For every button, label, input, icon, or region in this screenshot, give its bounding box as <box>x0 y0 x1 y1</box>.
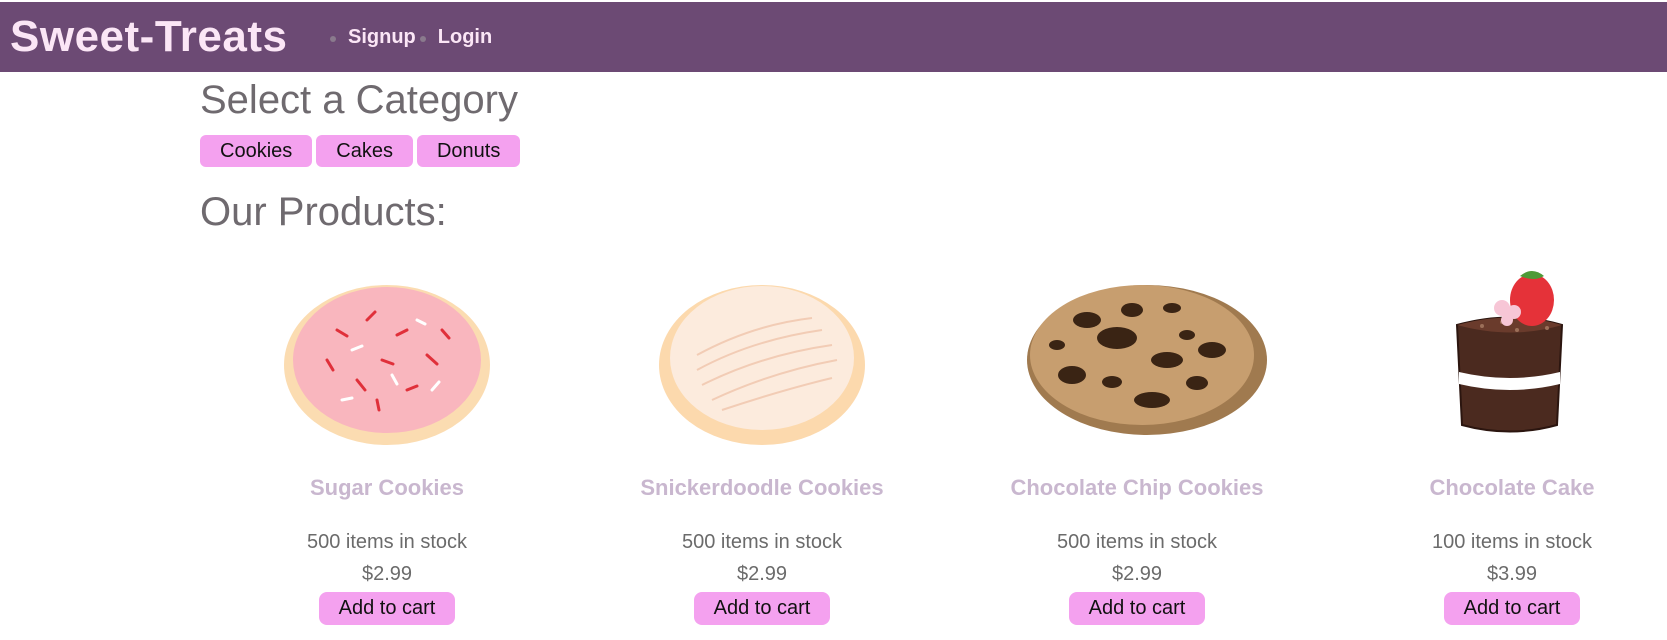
product-stock: 100 items in stock <box>1431 531 1593 553</box>
nav-signup-link[interactable]: Signup <box>330 26 416 49</box>
products-heading: Our Products: <box>200 190 447 234</box>
product-image <box>642 260 882 450</box>
product-card: Snickerdoodle Cookies 500 items in stock… <box>612 260 912 625</box>
product-price: $2.99 <box>1111 563 1163 585</box>
add-to-cart-button[interactable]: Add to cart <box>1068 592 1206 625</box>
product-card: Chocolate Cake 100 items in stock $3.99 … <box>1362 260 1662 625</box>
product-stock: 500 items in stock <box>681 531 843 553</box>
chocolate-cake-image <box>1455 271 1564 433</box>
product-stock: 500 items in stock <box>306 531 468 553</box>
top-navbar: Sweet-Treats Signup Login <box>0 2 1667 72</box>
product-stock: 500 items in stock <box>1056 531 1218 553</box>
snickerdoodle-cookie-image <box>659 285 865 445</box>
product-name[interactable]: Snickerdoodle Cookies <box>612 475 912 501</box>
product-name[interactable]: Chocolate Cake <box>1362 475 1662 501</box>
product-card: Chocolate Chip Cookies 500 items in stoc… <box>987 260 1287 625</box>
product-image <box>267 260 507 450</box>
brand-logo[interactable]: Sweet-Treats <box>10 12 287 62</box>
category-donuts-button[interactable]: Donuts <box>416 135 521 167</box>
category-cookies-button[interactable]: Cookies <box>200 135 313 167</box>
product-price: $2.99 <box>361 563 413 585</box>
add-to-cart-button[interactable]: Add to cart <box>1443 592 1581 625</box>
nav-login-link[interactable]: Login <box>419 26 492 49</box>
chocolate-chip-cookie-image <box>1027 285 1267 435</box>
nav-menu: Signup Login <box>330 26 492 49</box>
product-name[interactable]: Sugar Cookies <box>237 475 537 501</box>
product-price: $3.99 <box>1486 563 1538 585</box>
category-heading: Select a Category <box>200 78 518 122</box>
add-to-cart-button[interactable]: Add to cart <box>693 592 831 625</box>
category-cakes-button[interactable]: Cakes <box>316 135 413 167</box>
product-image <box>1392 260 1632 450</box>
product-name[interactable]: Chocolate Chip Cookies <box>987 475 1287 501</box>
product-card: Sugar Cookies 500 items in stock $2.99 A… <box>237 260 537 625</box>
product-price: $2.99 <box>736 563 788 585</box>
sugar-cookie-image <box>284 285 490 445</box>
product-image <box>1017 260 1267 450</box>
category-button-group: Cookies Cakes Donuts <box>200 135 521 167</box>
add-to-cart-button[interactable]: Add to cart <box>318 592 456 625</box>
